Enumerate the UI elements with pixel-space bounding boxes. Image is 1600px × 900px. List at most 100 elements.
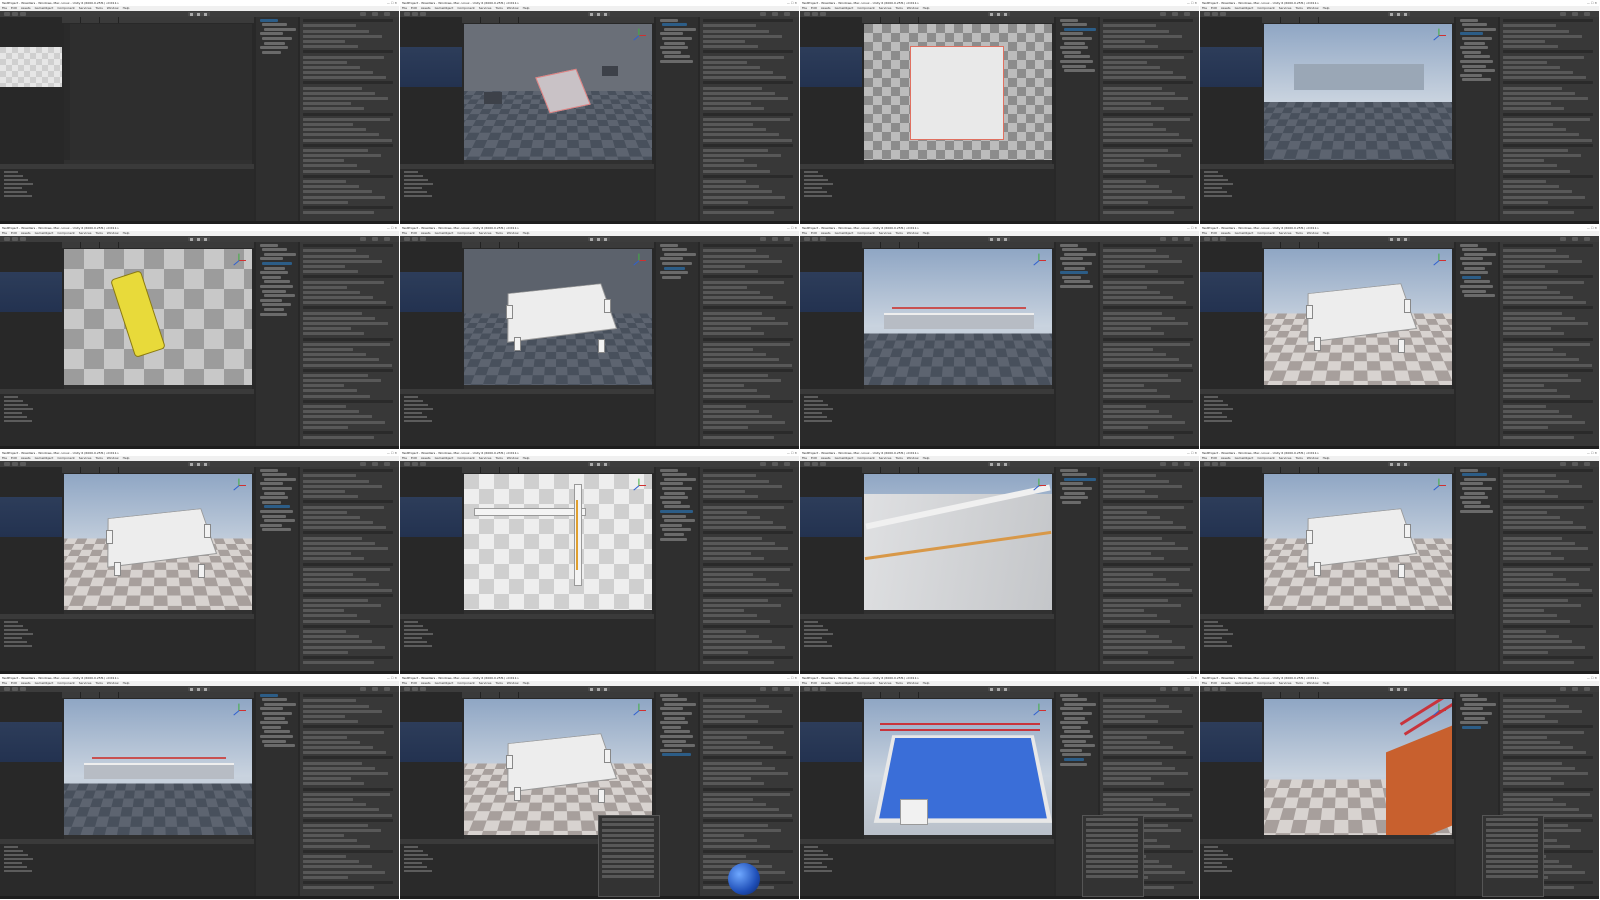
project-item[interactable]	[1204, 846, 1218, 848]
menu-item[interactable]: Component	[457, 231, 474, 235]
scene-tab[interactable]	[500, 17, 519, 23]
hierarchy-item[interactable]	[264, 477, 296, 481]
inspector-field[interactable]	[1503, 699, 1556, 703]
inspector-field[interactable]	[303, 254, 369, 258]
inspector-field[interactable]	[1103, 65, 1160, 69]
inspector-field[interactable]	[303, 342, 390, 346]
toolbar-button[interactable]	[4, 237, 10, 241]
inspector-field[interactable]	[1503, 133, 1579, 137]
hierarchy-item[interactable]	[664, 532, 684, 536]
hierarchy-item[interactable]	[664, 266, 685, 270]
toolbar-button[interactable]	[1204, 687, 1210, 691]
inspector-field[interactable]	[1103, 117, 1190, 121]
hierarchy-item[interactable]	[1464, 702, 1496, 706]
inspector-field[interactable]	[703, 363, 792, 367]
inspector-field[interactable]	[1503, 19, 1593, 23]
inspector-field[interactable]	[703, 735, 747, 739]
inspector-field[interactable]	[1503, 547, 1588, 550]
inspector-field[interactable]	[703, 839, 757, 843]
project-item[interactable]	[804, 641, 827, 643]
inspector-field[interactable]	[703, 185, 759, 189]
project-item[interactable]	[804, 870, 832, 872]
editor-thumbnail[interactable]: TestProject - Wrestlers - Windows, Mac, …	[1200, 225, 1599, 449]
inspector-field[interactable]	[303, 740, 360, 744]
inspector-field[interactable]	[303, 200, 348, 204]
inspector-field[interactable]	[1503, 60, 1547, 64]
project-item[interactable]	[404, 633, 433, 635]
inspector-field[interactable]	[1503, 808, 1579, 812]
menu-item[interactable]: Window	[1307, 456, 1319, 460]
inspector-field[interactable]	[303, 730, 384, 734]
hierarchy-item[interactable]	[260, 298, 282, 302]
popup-row[interactable]	[602, 859, 654, 863]
scene-gizmo[interactable]	[1433, 703, 1446, 717]
hierarchy-item[interactable]	[1060, 482, 1083, 486]
inspector-field[interactable]	[1103, 430, 1193, 434]
inspector-field[interactable]	[1503, 249, 1556, 253]
hierarchy-item[interactable]	[1462, 50, 1481, 54]
inspector-field[interactable]	[303, 515, 360, 519]
menu-item[interactable]: File	[1202, 6, 1207, 10]
inspector-field[interactable]	[303, 128, 366, 132]
inspector-field[interactable]	[303, 430, 393, 434]
inspector-field[interactable]	[303, 572, 353, 576]
play-icon[interactable]	[1396, 12, 1400, 16]
inspector-field[interactable]	[1503, 143, 1593, 147]
play-controls[interactable]	[1387, 462, 1410, 466]
inspector-field[interactable]	[303, 358, 379, 362]
popup-row[interactable]	[1486, 849, 1538, 853]
inspector-field[interactable]	[1103, 489, 1145, 493]
hierarchy-item[interactable]	[664, 744, 695, 748]
hierarchy-item[interactable]	[1464, 27, 1496, 31]
inspector-field[interactable]	[1503, 45, 1558, 49]
inspector-field[interactable]	[1503, 614, 1557, 618]
inspector-field[interactable]	[1503, 761, 1562, 765]
inspector-field[interactable]	[1103, 19, 1193, 23]
toolbar-button[interactable]	[1584, 462, 1590, 466]
inspector-field[interactable]	[303, 316, 375, 320]
toolbar-button[interactable]	[1204, 237, 1210, 241]
inspector-field[interactable]	[1103, 510, 1147, 514]
toolbar-button[interactable]	[772, 237, 778, 241]
inspector-field[interactable]	[303, 425, 348, 429]
scene-tab[interactable]	[900, 17, 919, 23]
popup-row[interactable]	[1086, 875, 1138, 879]
inspector-field[interactable]	[303, 650, 348, 654]
popup-row[interactable]	[1486, 854, 1538, 858]
toolbar-button[interactable]	[820, 12, 826, 16]
inspector-field[interactable]	[303, 536, 362, 540]
inspector-field[interactable]	[303, 169, 370, 173]
project-item[interactable]	[4, 629, 28, 631]
toolbar-button[interactable]	[384, 12, 390, 16]
inspector-field[interactable]	[1503, 200, 1548, 204]
inspector-field[interactable]	[703, 808, 779, 812]
menu-item[interactable]: Services	[479, 231, 492, 235]
scene-tab[interactable]	[500, 692, 519, 698]
project-tabs[interactable]	[0, 164, 254, 169]
inspector-field[interactable]	[1503, 29, 1569, 33]
inspector-field[interactable]	[1503, 489, 1545, 493]
menu-item[interactable]: GameObject	[835, 456, 854, 460]
play-icon[interactable]	[203, 462, 207, 466]
inspector-field[interactable]	[1503, 138, 1592, 142]
inspector-field[interactable]	[1503, 552, 1551, 556]
inspector-field[interactable]	[1503, 604, 1581, 608]
project-item[interactable]	[804, 400, 823, 402]
inspector-field[interactable]	[703, 725, 793, 729]
inspector-field[interactable]	[703, 347, 753, 351]
project-item[interactable]	[1204, 191, 1227, 193]
inspector-field[interactable]	[703, 787, 793, 791]
inspector-field[interactable]	[1103, 515, 1160, 519]
hierarchy-item[interactable]	[1062, 23, 1087, 27]
inspector-field[interactable]	[703, 394, 770, 398]
menu-item[interactable]: Assets	[1221, 456, 1231, 460]
toolbar-button[interactable]	[372, 12, 378, 16]
project-item[interactable]	[1204, 183, 1233, 185]
inspector-field[interactable]	[1503, 619, 1570, 623]
hierarchy-item[interactable]	[660, 46, 688, 50]
hierarchy-item[interactable]	[1060, 32, 1083, 36]
menu-item[interactable]: File	[402, 6, 407, 10]
toolbar-button[interactable]	[1204, 462, 1210, 466]
inspector-field[interactable]	[703, 588, 792, 592]
scene-tab[interactable]	[1262, 692, 1281, 698]
